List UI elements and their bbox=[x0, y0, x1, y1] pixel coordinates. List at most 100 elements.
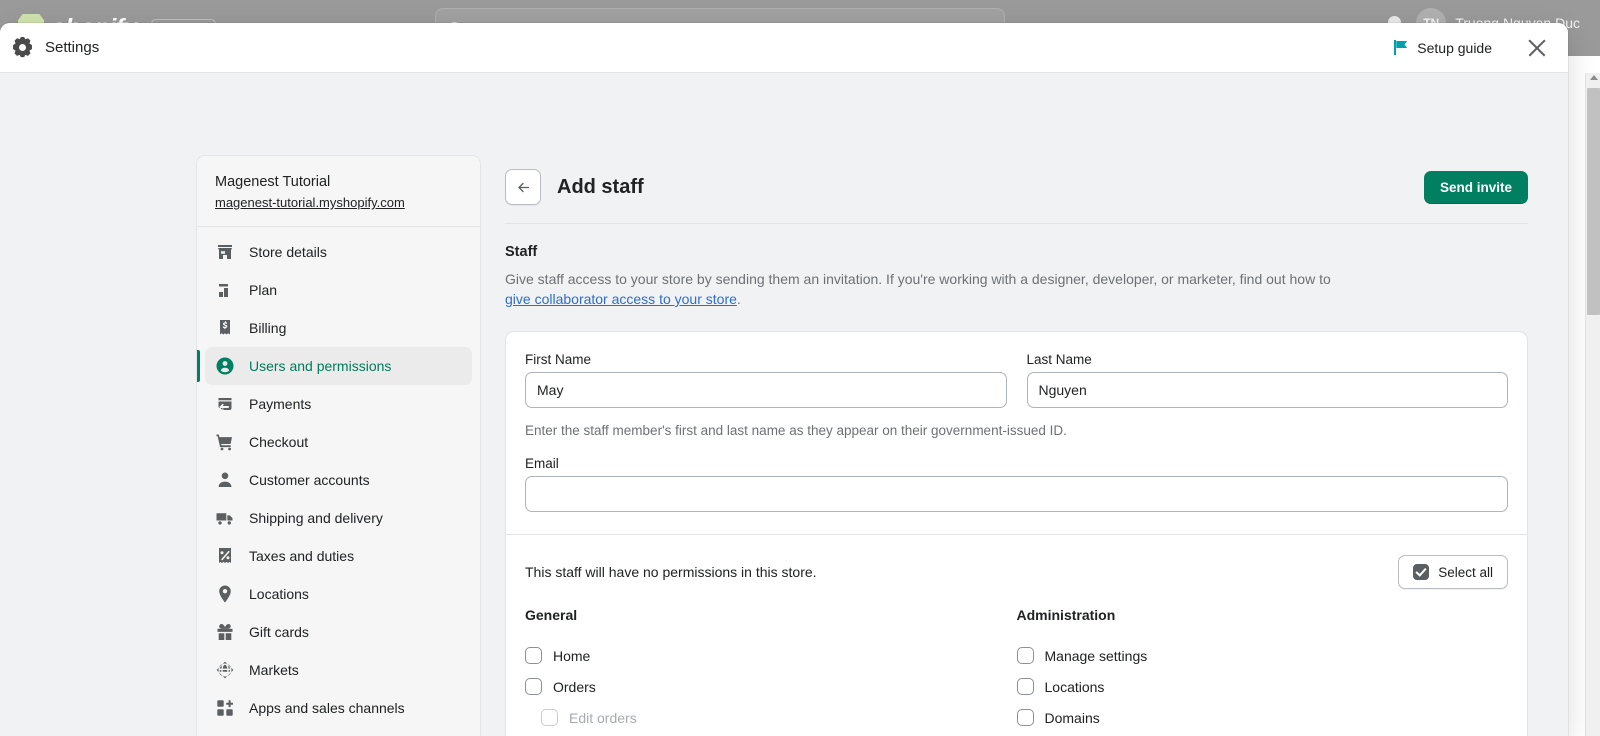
person-icon bbox=[215, 470, 235, 490]
plan-icon bbox=[215, 280, 235, 300]
permission-row-edit-orders[interactable]: Edit orders bbox=[525, 702, 1017, 733]
scroll-up-arrow-icon[interactable] bbox=[1590, 75, 1598, 80]
sidebar-item-apps-and-sales-channels[interactable]: Apps and sales channels bbox=[205, 689, 472, 727]
sidebar-item-domains[interactable]: Domains bbox=[205, 727, 472, 736]
sidebar-item-label: Users and permissions bbox=[249, 358, 391, 374]
permission-label: Orders bbox=[553, 679, 596, 695]
first-name-input[interactable] bbox=[525, 372, 1007, 408]
sidebar-item-customer-accounts[interactable]: Customer accounts bbox=[205, 461, 472, 499]
setup-guide-label: Setup guide bbox=[1417, 40, 1492, 56]
email-input[interactable] bbox=[525, 476, 1508, 512]
add-staff-card: First Name Last Name Enter the staff mem… bbox=[505, 331, 1528, 736]
store-name: Magenest Tutorial bbox=[215, 174, 462, 190]
modal-title: Settings bbox=[45, 39, 99, 56]
permissions-column-title: General bbox=[525, 607, 1017, 623]
send-invite-button[interactable]: Send invite bbox=[1424, 171, 1528, 204]
sidebar-item-store-details[interactable]: Store details bbox=[205, 233, 472, 271]
settings-content: Add staff Send invite Staff Give staff a… bbox=[505, 155, 1528, 736]
permission-label: Locations bbox=[1045, 679, 1105, 695]
permission-label: Home bbox=[553, 648, 590, 664]
sidebar-item-label: Billing bbox=[249, 320, 286, 336]
store-header: Magenest Tutorial magenest-tutorial.mysh… bbox=[197, 156, 480, 227]
email-label: Email bbox=[525, 456, 1508, 471]
staff-desc-tail: . bbox=[737, 291, 741, 307]
first-name-label: First Name bbox=[525, 352, 1007, 367]
checkbox-icon[interactable] bbox=[525, 647, 542, 664]
permission-row-locations[interactable]: Locations bbox=[1017, 671, 1509, 702]
scrollbar-thumb[interactable] bbox=[1587, 88, 1600, 315]
sidebar-item-label: Plan bbox=[249, 282, 277, 298]
permissions-column-general: General Home Orders Edit orders bbox=[525, 607, 1017, 736]
sidebar-item-label: Apps and sales channels bbox=[249, 700, 405, 716]
sidebar-item-label: Taxes and duties bbox=[249, 548, 354, 564]
sidebar-item-taxes-and-duties[interactable]: Taxes and duties bbox=[205, 537, 472, 575]
store-domain-link[interactable]: magenest-tutorial.myshopify.com bbox=[215, 195, 405, 210]
email-field: Email bbox=[525, 456, 1508, 512]
select-all-button[interactable]: Select all bbox=[1398, 555, 1508, 589]
sidebar-item-gift-cards[interactable]: Gift cards bbox=[205, 613, 472, 651]
page-header: Add staff Send invite bbox=[505, 155, 1528, 223]
map-pin-icon bbox=[215, 584, 235, 604]
sidebar-item-label: Checkout bbox=[249, 434, 308, 450]
settings-modal: Settings Setup guide Magenest Tutorial m… bbox=[0, 23, 1568, 736]
gift-icon bbox=[215, 622, 235, 642]
sidebar-item-markets[interactable]: Markets bbox=[205, 651, 472, 689]
settings-sidebar: Magenest Tutorial magenest-tutorial.mysh… bbox=[196, 155, 481, 736]
user-circle-icon bbox=[215, 356, 235, 376]
permission-row-domains[interactable]: Domains bbox=[1017, 702, 1509, 733]
sidebar-item-shipping-and-delivery[interactable]: Shipping and delivery bbox=[205, 499, 472, 537]
sidebar-item-billing[interactable]: Billing bbox=[205, 309, 472, 347]
checkbox-icon[interactable] bbox=[1017, 709, 1034, 726]
last-name-field: Last Name bbox=[1027, 352, 1509, 408]
name-help-text: Enter the staff member's first and last … bbox=[525, 423, 1508, 438]
permission-label: Manage settings bbox=[1045, 648, 1148, 664]
shopping-cart-icon bbox=[215, 432, 235, 452]
permissions-column-title: Administration bbox=[1017, 607, 1509, 623]
storefront-icon bbox=[215, 242, 235, 262]
delivery-truck-icon bbox=[215, 508, 235, 528]
sidebar-item-label: Shipping and delivery bbox=[249, 510, 383, 526]
sidebar-item-plan[interactable]: Plan bbox=[205, 271, 472, 309]
modal-body: Magenest Tutorial magenest-tutorial.mysh… bbox=[0, 73, 1568, 736]
close-icon[interactable] bbox=[1524, 35, 1550, 61]
setup-guide-button[interactable]: Setup guide bbox=[1393, 40, 1492, 56]
permissions-header: This staff will have no permissions in t… bbox=[506, 535, 1527, 607]
staff-section-heading: Staff bbox=[505, 244, 1528, 260]
settings-nav-list: Store details Plan Billing Users and per… bbox=[197, 227, 480, 736]
permissions-column-administration: Administration Manage settings Locations… bbox=[1017, 607, 1509, 736]
checkbox-icon[interactable] bbox=[1017, 678, 1034, 695]
sidebar-item-label: Gift cards bbox=[249, 624, 309, 640]
payments-card-icon bbox=[215, 394, 235, 414]
select-all-label: Select all bbox=[1438, 565, 1493, 580]
percent-receipt-icon bbox=[215, 546, 235, 566]
flag-icon bbox=[1393, 40, 1408, 55]
modal-header: Settings Setup guide bbox=[0, 23, 1568, 73]
sidebar-item-label: Payments bbox=[249, 396, 311, 412]
vertical-scrollbar[interactable] bbox=[1585, 73, 1600, 736]
collaborator-access-link[interactable]: give collaborator access to your store bbox=[505, 291, 737, 307]
sidebar-item-checkout[interactable]: Checkout bbox=[205, 423, 472, 461]
last-name-input[interactable] bbox=[1027, 372, 1509, 408]
gear-icon bbox=[12, 37, 33, 58]
checkbox-checked-icon bbox=[1413, 564, 1429, 580]
billing-receipt-icon bbox=[215, 318, 235, 338]
checkbox-icon[interactable] bbox=[1017, 647, 1034, 664]
sidebar-item-locations[interactable]: Locations bbox=[205, 575, 472, 613]
header-divider bbox=[505, 223, 1528, 224]
permission-row-manage-settings[interactable]: Manage settings bbox=[1017, 640, 1509, 671]
checkbox-icon[interactable] bbox=[525, 678, 542, 695]
arrow-left-icon bbox=[515, 179, 532, 196]
sidebar-item-payments[interactable]: Payments bbox=[205, 385, 472, 423]
checkbox-icon[interactable] bbox=[541, 709, 558, 726]
sidebar-item-users-and-permissions[interactable]: Users and permissions bbox=[205, 347, 472, 385]
permission-label: Edit orders bbox=[569, 710, 637, 726]
permissions-columns: General Home Orders Edit orders bbox=[506, 607, 1527, 736]
staff-desc-lead: Give staff access to your store by sendi… bbox=[505, 271, 1331, 287]
back-button[interactable] bbox=[505, 169, 541, 205]
sidebar-item-label: Markets bbox=[249, 662, 299, 678]
first-name-field: First Name bbox=[525, 352, 1007, 408]
page-title: Add staff bbox=[557, 176, 644, 199]
permission-row-orders[interactable]: Orders bbox=[525, 671, 1017, 702]
globe-markets-icon bbox=[215, 660, 235, 680]
permission-row-home[interactable]: Home bbox=[525, 640, 1017, 671]
